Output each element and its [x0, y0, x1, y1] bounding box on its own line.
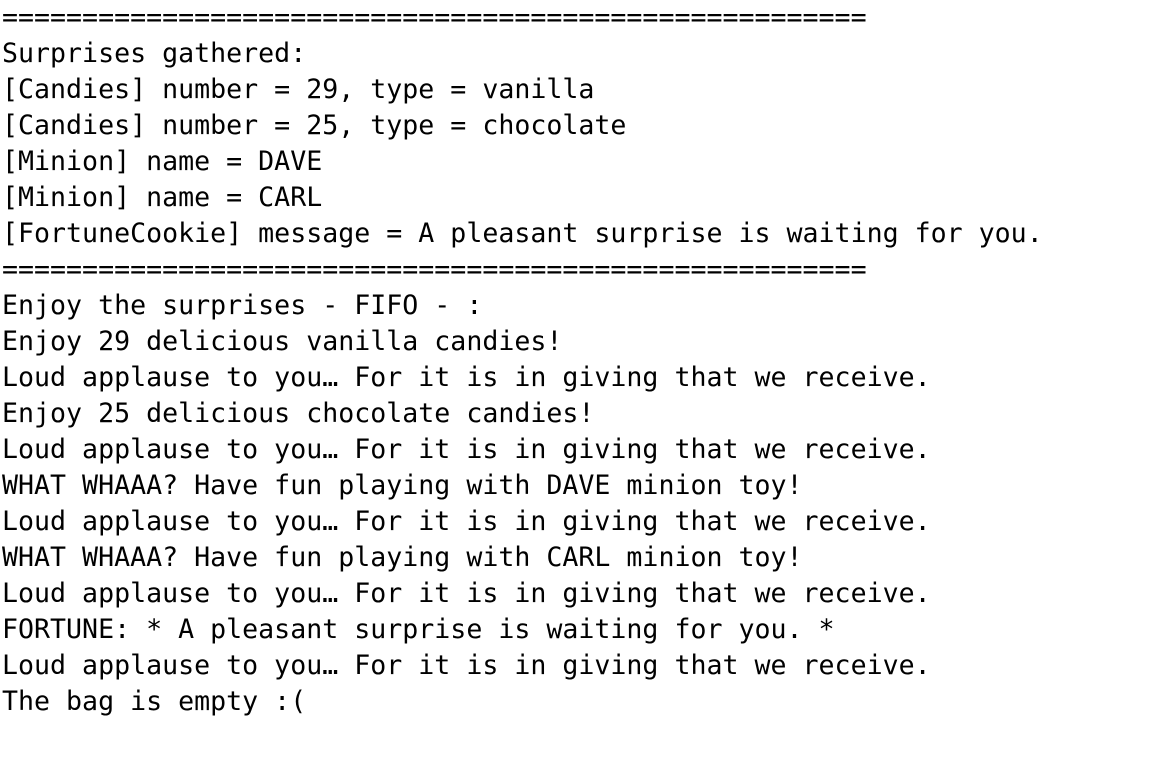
output-line: FORTUNE: * A pleasant surprise is waitin…: [2, 614, 835, 645]
output-line: WHAT WHAAA? Have fun playing with CARL m…: [2, 542, 803, 573]
output-line: WHAT WHAAA? Have fun playing with DAVE m…: [2, 470, 803, 501]
output-line: Loud applause to you… For it is in givin…: [2, 362, 931, 393]
output-line: Enjoy 29 delicious vanilla candies!: [2, 326, 563, 357]
output-line: Loud applause to you… For it is in givin…: [2, 506, 931, 537]
output-line: [FortuneCookie] message = A pleasant sur…: [2, 218, 1043, 249]
output-line: [Candies] number = 29, type = vanilla: [2, 74, 595, 105]
separator-line: ========================================…: [2, 2, 867, 33]
output-line: Enjoy the surprises - FIFO - :: [2, 290, 483, 321]
output-line: Surprises gathered:: [2, 38, 307, 69]
separator-line: ========================================…: [2, 254, 867, 285]
output-line: [Minion] name = CARL: [2, 182, 323, 213]
output-line: Loud applause to you… For it is in givin…: [2, 650, 931, 681]
output-line: Loud applause to you… For it is in givin…: [2, 434, 931, 465]
output-line: [Minion] name = DAVE: [2, 146, 323, 177]
console-output: ========================================…: [2, 0, 1172, 757]
output-line: Loud applause to you… For it is in givin…: [2, 578, 931, 609]
output-line: The bag is empty :(: [2, 686, 307, 717]
output-line: Enjoy 25 delicious chocolate candies!: [2, 398, 595, 429]
output-line: [Candies] number = 25, type = chocolate: [2, 110, 627, 141]
